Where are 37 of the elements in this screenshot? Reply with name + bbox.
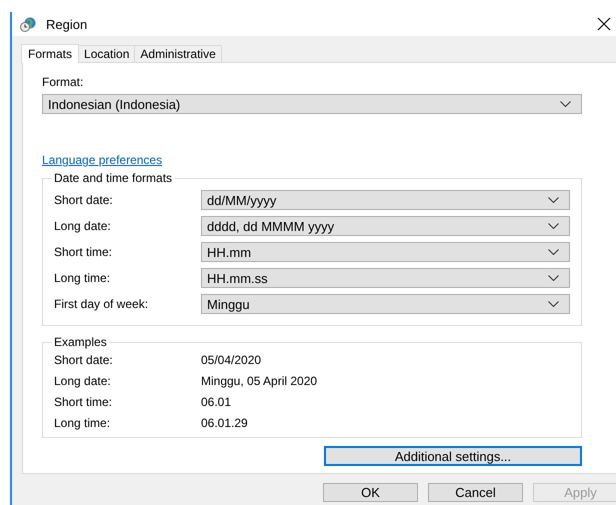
example-value: 05/04/2020 bbox=[201, 352, 262, 366]
close-button[interactable] bbox=[597, 17, 611, 31]
dropdown[interactable]: HH.mm bbox=[201, 242, 570, 262]
window-title: Region bbox=[46, 16, 88, 32]
group-title: Examples bbox=[53, 335, 108, 349]
example-value: 06.01 bbox=[201, 394, 232, 408]
example-label: Long time: bbox=[54, 416, 112, 430]
chevron-down-icon bbox=[548, 197, 559, 203]
tab[interactable]: Formats bbox=[21, 44, 80, 63]
dialog-button[interactable]: Cancel bbox=[428, 483, 523, 502]
tab[interactable]: Administrative bbox=[134, 45, 222, 62]
dropdown[interactable]: HH.mm.ss bbox=[201, 268, 570, 288]
chevron-down-icon bbox=[548, 249, 559, 255]
chevron-down-icon bbox=[560, 101, 571, 107]
field-label: Long date: bbox=[54, 219, 112, 233]
example-value: 06.01.29 bbox=[201, 416, 248, 430]
field-label: Short time: bbox=[54, 245, 114, 259]
dropdown[interactable]: Indonesian (Indonesia) bbox=[42, 94, 582, 114]
example-label: Long date: bbox=[54, 374, 112, 388]
chevron-down-icon bbox=[548, 275, 559, 281]
group-title: Date and time formats bbox=[53, 171, 174, 185]
dropdown[interactable]: dddd, dd MMMM yyyy bbox=[201, 216, 570, 236]
example-label: Short date: bbox=[54, 352, 114, 366]
field-label: Short date: bbox=[54, 193, 114, 207]
example-label: Short time: bbox=[54, 394, 114, 408]
field-label: First day of week: bbox=[54, 297, 150, 311]
chevron-down-icon bbox=[548, 223, 559, 229]
field-label: Long time: bbox=[54, 271, 112, 285]
dropdown[interactable]: dd/MM/yyyy bbox=[201, 190, 570, 210]
dropdown[interactable]: Minggu bbox=[201, 294, 570, 314]
chevron-down-icon bbox=[548, 301, 559, 307]
dialog-button[interactable]: OK bbox=[323, 483, 418, 502]
globe-clock-icon bbox=[20, 16, 37, 32]
field-label: Format: bbox=[42, 75, 84, 90]
additional-settings-button[interactable]: Additional settings... bbox=[324, 446, 582, 466]
language-preferences-link[interactable]: Language preferences bbox=[42, 153, 162, 167]
example-value: Minggu, 05 April 2020 bbox=[201, 374, 318, 388]
